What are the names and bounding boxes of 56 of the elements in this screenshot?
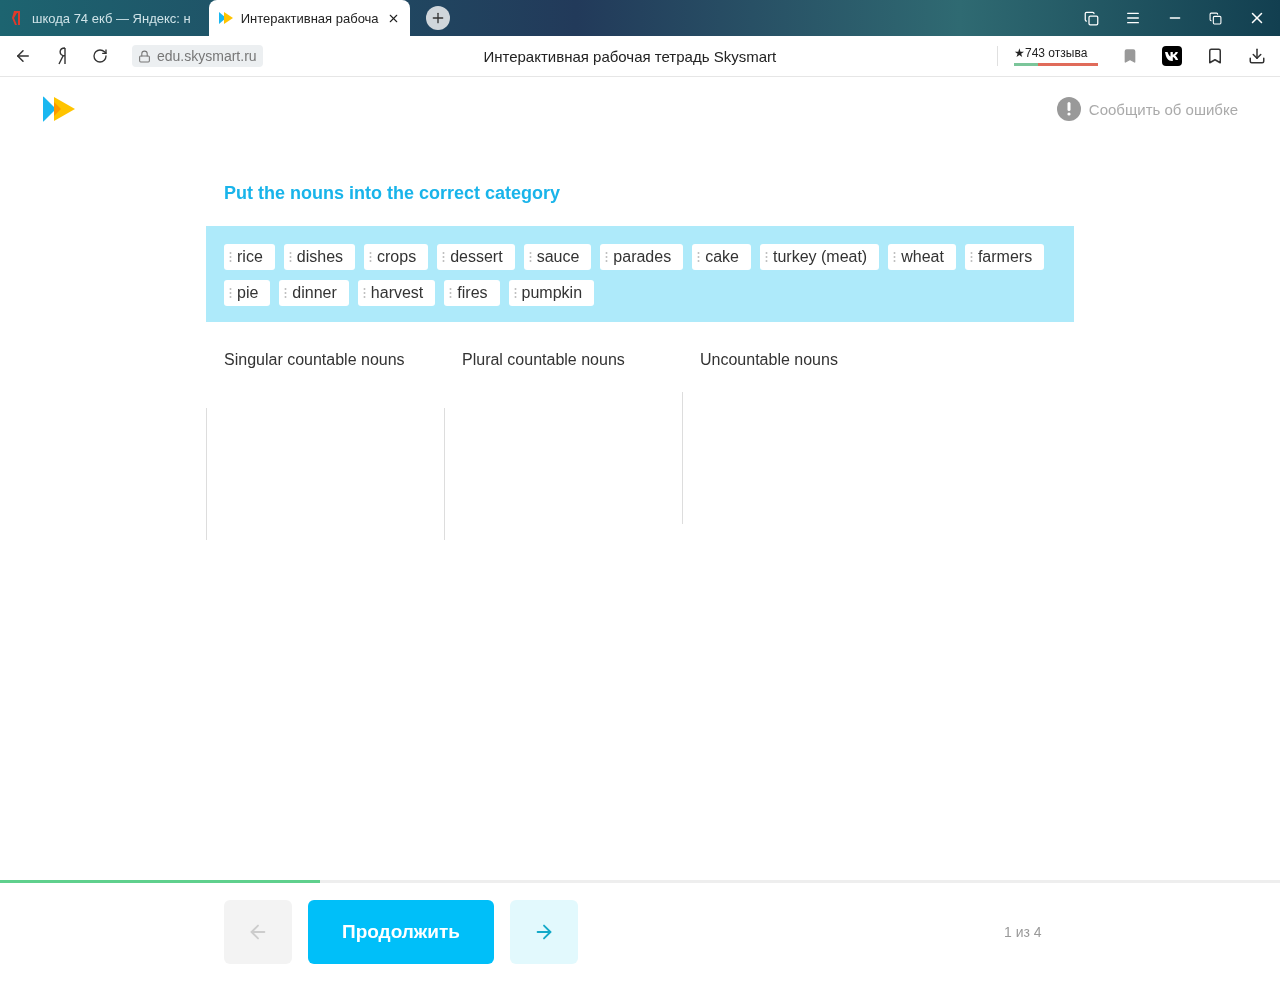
page-title: Интерактивная рабочая тетрадь Skysmart	[482, 47, 778, 65]
drag-handle-icon	[229, 251, 232, 263]
drag-handle-icon	[513, 287, 517, 299]
word-chip[interactable]: turkey (meat)	[759, 244, 880, 270]
drag-handle-icon	[369, 251, 373, 263]
rating-badge[interactable]: ★743 отзыва	[997, 46, 1098, 66]
category-heading: Plural countable nouns	[461, 350, 626, 370]
address-field[interactable]: edu.skysmart.ru	[132, 45, 263, 67]
browser-tab[interactable]: шкода 74 екб — Яндекс: н	[0, 0, 201, 36]
word-chip[interactable]: farmers	[964, 244, 1045, 270]
word-chip[interactable]: crops	[364, 244, 429, 270]
word-chip[interactable]: wheat	[888, 244, 956, 270]
new-tab-button[interactable]	[425, 6, 450, 30]
page-counter: 1 из 4	[1004, 924, 1042, 940]
word-chip[interactable]: harvest	[357, 280, 436, 306]
word-chip[interactable]: dessert	[437, 244, 515, 270]
word-chip[interactable]: pumpkin	[508, 280, 595, 306]
drag-handle-icon	[605, 251, 609, 263]
word-chip[interactable]: dinner	[279, 280, 349, 306]
tab-title: шкода 74 екб — Яндекс: н	[32, 10, 191, 26]
skysmart-logo	[42, 96, 76, 122]
drag-handle-icon	[697, 251, 701, 263]
drag-handle-icon	[528, 251, 532, 263]
drag-handle-icon	[229, 287, 232, 299]
collections-icon[interactable]	[1084, 10, 1099, 26]
word-chip[interactable]: fires	[444, 280, 500, 306]
menu-icon[interactable]	[1125, 10, 1141, 26]
word-chip[interactable]: parades	[600, 244, 684, 270]
category-heading: Uncountable nouns	[699, 350, 839, 370]
bookmark-icon[interactable]	[1122, 48, 1138, 64]
browser-tab[interactable]: Интерактивная рабоча	[208, 0, 410, 36]
alert-icon	[1056, 97, 1081, 121]
drag-handle-icon	[764, 251, 768, 263]
word-chip[interactable]: rice	[224, 244, 275, 270]
drag-handle-icon	[288, 251, 292, 263]
word-chip[interactable]: dishes	[283, 244, 356, 270]
category-heading: Singular countable nouns	[223, 350, 406, 370]
drag-handle-icon	[284, 287, 288, 299]
word-chip[interactable]: cake	[692, 244, 751, 270]
reload-icon[interactable]	[92, 48, 108, 64]
vk-icon[interactable]	[1162, 46, 1182, 66]
tab-title: Интерактивная рабоча	[240, 10, 379, 26]
drag-handle-icon	[969, 251, 973, 263]
download-icon[interactable]	[1248, 47, 1266, 65]
restore-icon[interactable]	[1209, 11, 1222, 25]
yandex-icon[interactable]	[56, 47, 68, 65]
task-title: Put the nouns into the correct category	[224, 183, 562, 204]
drag-handle-icon	[893, 251, 897, 263]
back-icon[interactable]	[14, 47, 32, 65]
word-chip[interactable]: sauce	[523, 244, 592, 270]
drag-handle-icon	[442, 251, 446, 263]
lock-icon	[138, 49, 151, 63]
word-chip[interactable]: pie	[224, 280, 271, 306]
play-logo-icon	[218, 11, 233, 25]
drag-handle-icon	[449, 287, 453, 299]
drag-handle-icon	[362, 287, 366, 299]
